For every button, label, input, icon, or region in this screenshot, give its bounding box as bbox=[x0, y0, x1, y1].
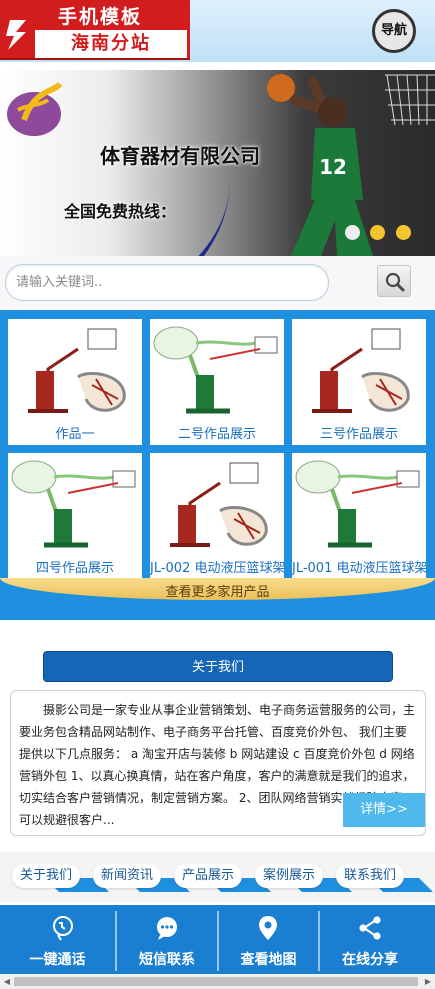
product-card[interactable]: 三号作品展示 bbox=[292, 319, 426, 445]
more-products-link[interactable]: 查看更多家用产品 bbox=[0, 581, 435, 600]
category-tabs: 关于我们 新闻资讯 产品展示 案例展示 联系我们 bbox=[0, 852, 435, 902]
tab-label: 关于我们 bbox=[12, 864, 80, 888]
hero-banner[interactable]: 12 体育器材有限公司 全国免费热线： bbox=[0, 70, 435, 256]
product-label: JL-002 电动液压篮球架 bbox=[150, 561, 284, 576]
sms-button[interactable]: 短信联系 bbox=[117, 905, 217, 977]
about-us-heading[interactable]: 关于我们 bbox=[43, 651, 393, 682]
nav-menu-button[interactable]: 导航 bbox=[372, 9, 416, 53]
product-image bbox=[170, 462, 268, 547]
banner-company-name: 体育器材有限公司 bbox=[100, 144, 260, 168]
scroll-left-icon[interactable]: ◀ bbox=[1, 976, 13, 987]
svg-text:12: 12 bbox=[319, 155, 347, 179]
tab-label: 案例展示 bbox=[255, 864, 323, 888]
search-button[interactable] bbox=[377, 265, 411, 297]
product-image bbox=[312, 328, 410, 413]
product-label: 作品一 bbox=[55, 427, 95, 442]
site-logo[interactable]: 手机模板 海南分站 bbox=[0, 0, 190, 60]
share-button[interactable]: 在线分享 bbox=[320, 905, 420, 977]
product-card[interactable]: 作品一 bbox=[8, 319, 142, 445]
banner-hotline: 全国免费热线： bbox=[64, 202, 177, 221]
map-button[interactable]: 查看地图 bbox=[219, 905, 318, 977]
carousel-dot-3[interactable] bbox=[396, 225, 411, 240]
product-card[interactable]: JL-001 电动液压篮球架 bbox=[292, 453, 426, 579]
call-label: 一键通话 bbox=[29, 952, 86, 968]
product-label: 四号作品展示 bbox=[35, 561, 114, 576]
product-label: 三号作品展示 bbox=[319, 427, 398, 442]
product-card[interactable]: 四号作品展示 bbox=[8, 453, 142, 579]
product-label: JL-001 电动液压篮球架 bbox=[292, 561, 426, 576]
carousel-dot-2[interactable] bbox=[370, 225, 385, 240]
product-image bbox=[28, 328, 126, 413]
call-button[interactable]: 一键通话 bbox=[0, 905, 115, 977]
map-label: 查看地图 bbox=[240, 952, 297, 968]
logo-mark-icon bbox=[6, 20, 26, 50]
product-image bbox=[11, 460, 136, 548]
share-icon bbox=[359, 916, 381, 940]
scrollbar-thumb[interactable] bbox=[14, 977, 418, 986]
product-card[interactable]: 二号作品展示 bbox=[150, 319, 284, 445]
search-icon bbox=[385, 272, 405, 292]
tab-label: 联系我们 bbox=[336, 864, 404, 888]
sms-label: 短信联系 bbox=[139, 952, 195, 968]
horizontal-scrollbar[interactable]: ◀ ▶ bbox=[0, 974, 435, 989]
tab-label: 新闻资讯 bbox=[93, 864, 161, 888]
carousel-dot-1[interactable] bbox=[345, 225, 360, 240]
share-label: 在线分享 bbox=[342, 952, 398, 968]
map-pin-icon bbox=[259, 916, 277, 940]
sms-icon bbox=[157, 917, 177, 940]
product-label: 二号作品展示 bbox=[177, 427, 256, 442]
scroll-right-icon[interactable]: ▶ bbox=[422, 976, 434, 987]
header: 手机模板 海南分站 导航 bbox=[0, 0, 435, 62]
product-image bbox=[153, 326, 278, 414]
search-input[interactable] bbox=[5, 264, 329, 301]
phone-icon bbox=[53, 916, 73, 941]
details-button[interactable]: 详情>> bbox=[343, 793, 425, 827]
bottom-action-bar: 一键通话 短信联系 查看地图 在线分享 bbox=[0, 902, 435, 974]
logo-subtitle: 海南分站 bbox=[35, 30, 187, 58]
company-logo-icon bbox=[7, 81, 63, 136]
logo-title: 手机模板 bbox=[58, 6, 143, 28]
tab-label: 产品展示 bbox=[174, 864, 242, 888]
product-card[interactable]: JL-002 电动液压篮球架 bbox=[150, 453, 284, 579]
search-bar bbox=[0, 256, 435, 310]
product-image bbox=[295, 460, 420, 548]
